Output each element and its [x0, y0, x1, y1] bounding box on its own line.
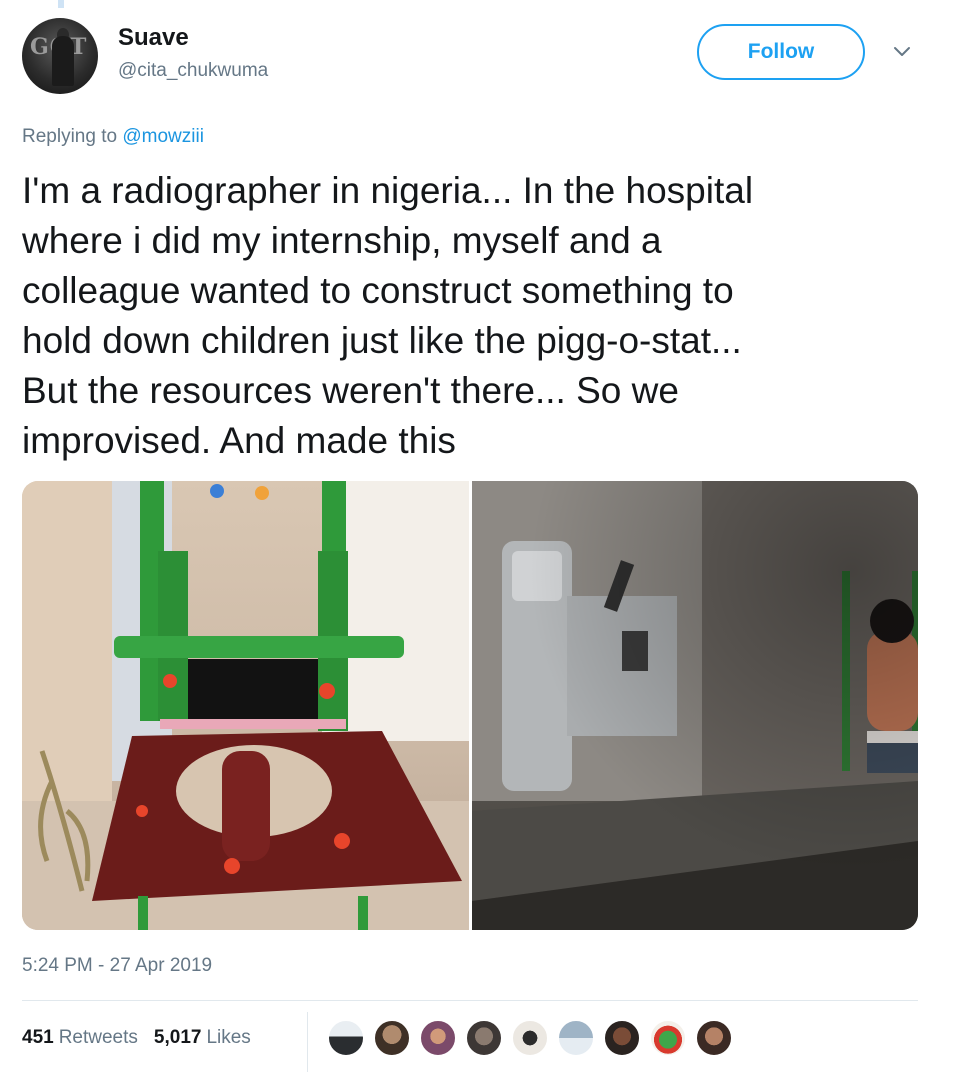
- liker-avatar[interactable]: [511, 1019, 549, 1057]
- retweets-label: Retweets: [58, 1027, 138, 1048]
- stats-divider: [307, 1012, 308, 1072]
- liker-avatar[interactable]: [327, 1019, 365, 1057]
- avatar-figure: [52, 36, 74, 86]
- replying-prefix: Replying to: [22, 126, 123, 147]
- xray-illustration: [472, 481, 918, 930]
- liker-avatar[interactable]: [695, 1019, 733, 1057]
- likes-stat[interactable]: 5,017 Likes: [154, 1027, 251, 1049]
- photo-restraint-chair[interactable]: [22, 481, 469, 930]
- display-name[interactable]: Suave: [118, 24, 189, 52]
- retweets-stat[interactable]: 451 Retweets: [22, 1027, 138, 1049]
- replying-to: Replying to @mowziii: [22, 126, 204, 148]
- liker-avatar[interactable]: [557, 1019, 595, 1057]
- avatar[interactable]: GOT: [22, 18, 98, 94]
- tweet-text: I'm a radiographer in nigeria... In the …: [22, 170, 754, 461]
- liker-avatar[interactable]: [465, 1019, 503, 1057]
- liker-avatar[interactable]: [649, 1019, 687, 1057]
- divider: [22, 1000, 918, 1001]
- photo-xray-room[interactable]: [472, 481, 918, 930]
- user-handle[interactable]: @cita_chukwuma: [118, 60, 268, 82]
- tweet-header: GOT Suave @cita_chukwuma Follow: [22, 18, 922, 98]
- likes-label: Likes: [206, 1027, 251, 1048]
- thread-connector: [58, 0, 64, 8]
- likes-count: 5,017: [153, 1027, 202, 1048]
- tweet-timestamp[interactable]: 5:24 PM - 27 Apr 2019: [22, 955, 212, 977]
- liker-avatar[interactable]: [373, 1019, 411, 1057]
- media-grid: [22, 481, 918, 930]
- reply-mention-link[interactable]: @mowziii: [122, 126, 204, 147]
- liker-avatar[interactable]: [419, 1019, 457, 1057]
- retweets-count: 451: [22, 1027, 54, 1048]
- follow-button[interactable]: Follow: [697, 24, 865, 80]
- chair-illustration: [22, 481, 469, 930]
- liker-avatar[interactable]: [603, 1019, 641, 1057]
- tweet-stats: 451 Retweets 5,017 Likes: [22, 1020, 267, 1056]
- chevron-down-icon[interactable]: [890, 40, 914, 64]
